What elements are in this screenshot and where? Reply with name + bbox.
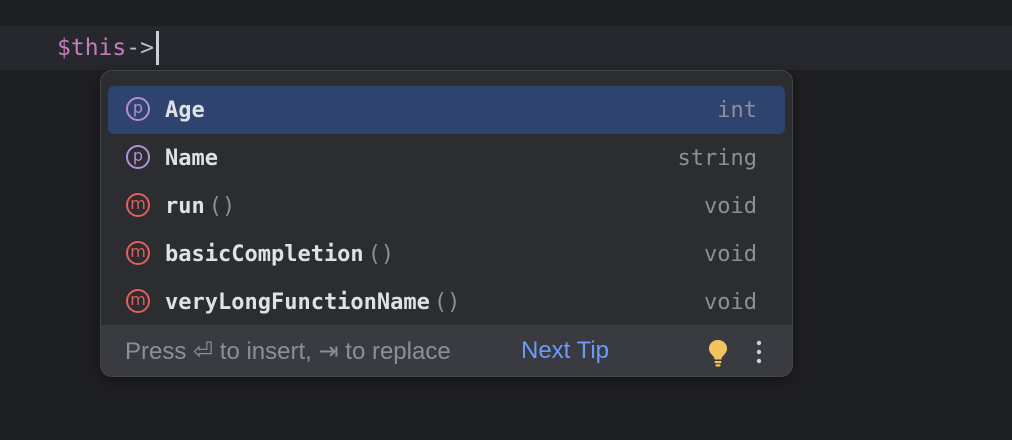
completion-item-type: string: [677, 145, 757, 171]
code-operator: ->: [126, 35, 154, 61]
method-icon: m: [126, 241, 150, 265]
method-icon: m: [126, 289, 150, 313]
code-line[interactable]: $this ->: [57, 30, 159, 66]
completion-item-parens: (): [433, 289, 461, 315]
completion-item-run[interactable]: m run() void: [108, 182, 785, 230]
completion-item-name-text: Age: [165, 97, 205, 123]
code-editor[interactable]: $this -> p Age int p Name string m run() …: [0, 0, 1012, 440]
completion-item-name: basicCompletion(): [165, 242, 394, 267]
next-tip-link[interactable]: Next Tip: [521, 337, 609, 365]
completion-item-name-prop[interactable]: p Name string: [108, 134, 785, 182]
completion-item-type: int: [717, 97, 757, 123]
completion-item-age[interactable]: p Age int: [108, 86, 785, 134]
code-variable: $this: [57, 35, 127, 61]
property-icon: p: [126, 145, 150, 169]
completion-item-name: Age: [165, 98, 209, 123]
completion-footer: Press ⏎ to insert, ⇥ to replace Next Tip: [101, 325, 792, 376]
completion-item-basic-completion[interactable]: m basicCompletion() void: [108, 230, 785, 278]
completion-item-parens: (): [367, 241, 395, 267]
completion-item-type: void: [704, 289, 757, 315]
completion-item-very-long-function-name[interactable]: m veryLongFunctionName() void: [108, 278, 785, 326]
lightbulb-icon[interactable]: [707, 338, 729, 368]
completion-item-parens: (): [208, 193, 236, 219]
completion-item-name: run(): [165, 194, 235, 219]
completion-item-name: Name: [165, 146, 222, 171]
text-caret: [155, 31, 159, 65]
method-icon: m: [126, 193, 150, 217]
completion-list: p Age int p Name string m run() void m b…: [101, 86, 792, 326]
completion-item-type: void: [704, 241, 757, 267]
completion-item-name: veryLongFunctionName(): [165, 290, 460, 315]
completion-popup: p Age int p Name string m run() void m b…: [100, 70, 793, 377]
property-icon: p: [126, 97, 150, 121]
more-vertical-icon[interactable]: [751, 337, 767, 367]
completion-item-name-text: Name: [165, 145, 218, 171]
completion-item-type: void: [704, 193, 757, 219]
insert-replace-hint: Press ⏎ to insert, ⇥ to replace: [125, 338, 451, 365]
completion-item-name-text: basicCompletion: [165, 241, 364, 267]
completion-item-name-text: run: [165, 193, 205, 219]
completion-item-name-text: veryLongFunctionName: [165, 289, 430, 315]
